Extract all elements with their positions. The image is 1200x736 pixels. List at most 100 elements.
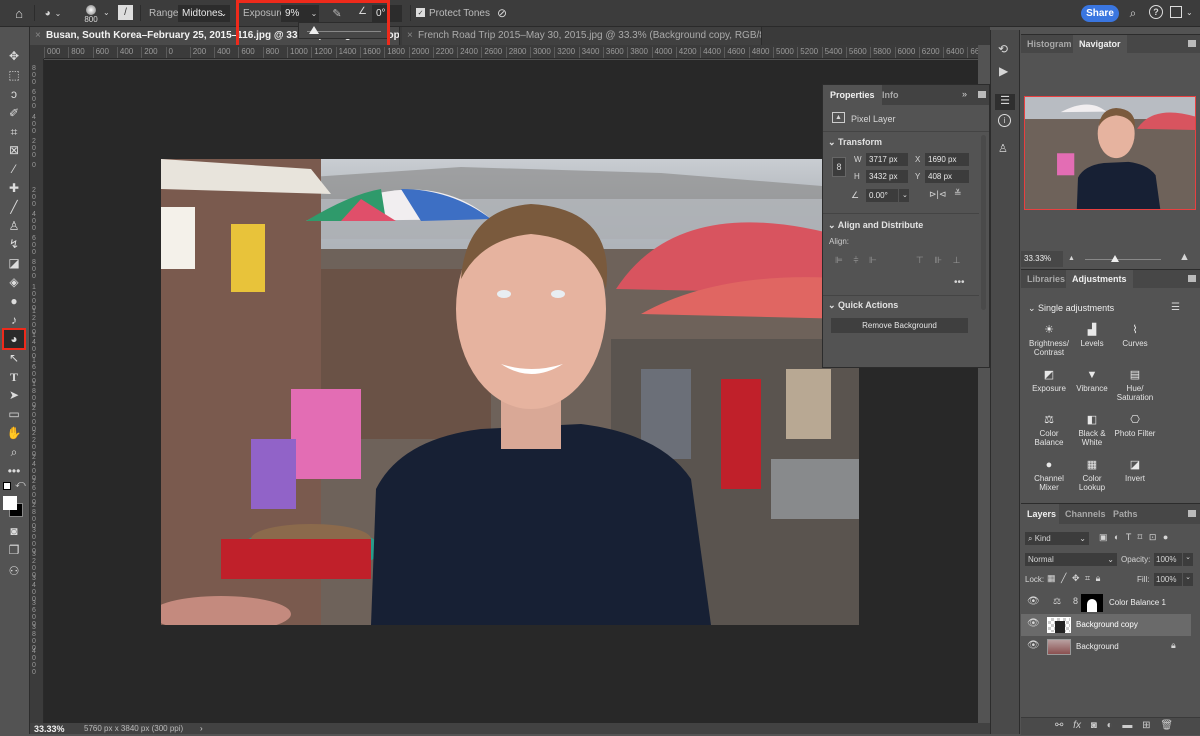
layer-filter-select[interactable]: ⌕ Kind ⌄ [1025,532,1089,545]
fill-input[interactable]: 100% [1154,573,1182,586]
tab-properties[interactable]: Properties [823,85,882,105]
collapse-icon[interactable]: » [962,89,967,99]
panel-menu-icon[interactable] [978,91,986,98]
foreground-color-swatch[interactable] [3,496,17,510]
clone-stamp-tool-icon[interactable]: ♙ [4,217,24,235]
properties-scrollbar[interactable] [981,135,986,310]
navigator-zoom-slider[interactable] [1085,259,1161,260]
height-input[interactable]: 3432 px [866,170,908,183]
tab-histogram[interactable]: Histogram [1021,35,1078,53]
crop-tool-icon[interactable]: ⌗ [4,123,24,141]
blur-tool-icon[interactable]: ● [4,292,24,310]
brush-tool-icon[interactable]: ╱ [4,198,24,216]
close-icon[interactable]: × [35,27,41,45]
protect-tones-checkbox[interactable]: ✓ [416,8,425,17]
visibility-eye-icon[interactable]: 👁︎ [1027,596,1040,607]
default-colors-icon[interactable] [3,482,11,490]
align-buttons[interactable]: ⊫ ⫩ ⊩ ⊤ ⊪ ⊥ [835,255,961,266]
tab-libraries[interactable]: Libraries [1021,270,1072,288]
more-tools-icon[interactable]: ••• [4,462,24,480]
chevron-down-icon[interactable]: ⌄ [103,8,110,17]
zoom-in-icon[interactable]: ▲ [1179,251,1190,263]
add-mask-icon[interactable]: ◙ [1091,720,1097,731]
brush-settings-icon[interactable]: / [118,5,133,20]
panel-menu-icon[interactable] [1188,40,1196,47]
tab-navigator[interactable]: Navigator [1073,35,1127,53]
adjustment-curves[interactable]: ⌇ Curves [1112,324,1158,348]
type-tool-icon[interactable]: T [4,368,24,386]
home-icon[interactable]: ⌂ [10,5,28,22]
tab-adjustments[interactable]: Adjustments [1066,270,1133,288]
tool-preset-picker[interactable]: ◕ ⌄ [40,5,66,22]
visibility-eye-icon[interactable]: 👁︎ [1027,640,1040,651]
tab-paths[interactable]: Paths [1107,504,1144,524]
remove-background-button[interactable]: Remove Background [831,318,968,333]
flip-vertical-icon[interactable]: ≚ [954,188,962,199]
list-view-icon[interactable]: ☰ [1171,302,1180,313]
navigator-preview[interactable] [1024,96,1196,210]
history-brush-tool-icon[interactable]: ↯ [4,235,24,253]
chevron-down-icon[interactable]: ⌄ [1183,573,1193,586]
adjustment-vibrance[interactable]: ▼ Vibrance [1069,369,1115,393]
adjustment-hue-saturation[interactable]: ▤ Hue/ Saturation [1112,369,1158,402]
transform-section[interactable]: ⌄ Transform [828,137,882,148]
document-image[interactable] [161,159,859,625]
eyedropper-tool-icon[interactable]: ⁄ [4,160,24,178]
more-options-icon[interactable]: ••• [954,277,965,288]
chevron-right-icon[interactable]: › [200,723,203,735]
adjustment-levels[interactable]: ▟ Levels [1069,324,1115,348]
fx-icon[interactable]: fx [1073,720,1081,731]
healing-brush-tool-icon[interactable]: ✚ [4,179,24,197]
y-input[interactable]: 408 px [925,170,969,183]
link-dimensions-icon[interactable]: 8 [832,157,846,177]
share-button[interactable]: Share [1081,5,1119,22]
paint-bucket-tool-icon[interactable]: ◈ [4,273,24,291]
properties-panel-icon[interactable]: ☰ [995,94,1015,110]
new-adjustment-icon[interactable]: ◐ [1107,720,1113,731]
workspace-icon[interactable] [1170,6,1182,18]
layer-row-color-balance[interactable]: 👁︎ ⚖ 8 Color Balance 1 [1021,592,1191,614]
brush-size-picker[interactable]: 800 [80,2,102,26]
swap-colors-icon[interactable]: ⤺ [15,479,26,490]
tab-french-road-trip[interactable]: × French Road Trip 2015–May 30, 2015.jpg … [402,27,762,45]
adjustment-photo-filter[interactable]: ⎔ Photo Filter [1112,414,1158,438]
lasso-tool-icon[interactable]: ↄ [4,85,24,103]
adjustment-black-white[interactable]: ◧ Black & White [1069,414,1115,447]
path-select-tool-icon[interactable]: ➤ [4,386,24,404]
lock-buttons[interactable]: ▦ ╱ ✥ ⌗ 🔒︎ [1047,573,1100,584]
single-adjustments-section[interactable]: ⌄ Single adjustments [1028,303,1114,314]
navigator-zoom-input[interactable]: 33.33% [1021,251,1063,267]
adjustment-channel-mixer[interactable]: ● Channel Mixer [1026,459,1072,492]
blend-mode-select[interactable]: Normal ⌄ [1025,553,1117,566]
dodge-tool-icon[interactable]: ♪ [4,311,24,329]
navigator-zoom-thumb[interactable] [1111,255,1120,262]
history-icon[interactable]: ⟲ [998,42,1008,56]
layer-mask-thumbnail[interactable] [1081,594,1103,612]
adjustment-invert[interactable]: ◪ Invert [1112,459,1158,483]
width-input[interactable]: 3717 px [866,153,908,166]
visibility-eye-icon[interactable]: 👁︎ [1027,618,1040,629]
layer-row-background-copy[interactable]: 👁︎ Background copy [1021,614,1191,636]
eraser-tool-icon[interactable]: ◪ [4,254,24,272]
link-layers-icon[interactable]: ⚯ [1055,720,1063,731]
delete-layer-icon[interactable]: 🗑︎ [1160,720,1173,731]
tab-info[interactable]: Info [875,85,906,105]
new-layer-icon[interactable]: ⊞ [1142,720,1150,731]
layer-filter-buttons[interactable]: ▣ ◐ T ⌑ ⊡ ● [1099,532,1168,543]
tab-layers[interactable]: Layers [1021,504,1063,524]
adjustment-exposure[interactable]: ◩ Exposure [1026,369,1072,393]
play-actions-icon[interactable]: ▶ [999,64,1008,78]
screen-mode-icon[interactable]: ❐ [4,541,24,559]
close-icon[interactable]: × [407,27,413,45]
adjustment-brightness-contrast[interactable]: ☀ Brightness/ Contrast [1026,324,1072,357]
info-icon[interactable]: i [998,114,1011,127]
burn-tool-icon[interactable]: ◕ [2,328,26,350]
quick-mask-icon[interactable]: ◙ [4,522,24,540]
rectangle-tool-icon[interactable]: ▭ [4,405,24,423]
panel-menu-icon[interactable] [1188,275,1196,282]
zoom-tool-icon[interactable]: ⌕ [4,443,24,461]
flip-horizontal-icon[interactable]: ⊳|⊲ [929,189,946,200]
zoom-out-icon[interactable]: ▲ [1068,255,1075,262]
layer-row-background[interactable]: 👁︎ Background 🔒︎ [1021,636,1191,658]
pressure-icon[interactable]: ⊘ [494,5,510,21]
